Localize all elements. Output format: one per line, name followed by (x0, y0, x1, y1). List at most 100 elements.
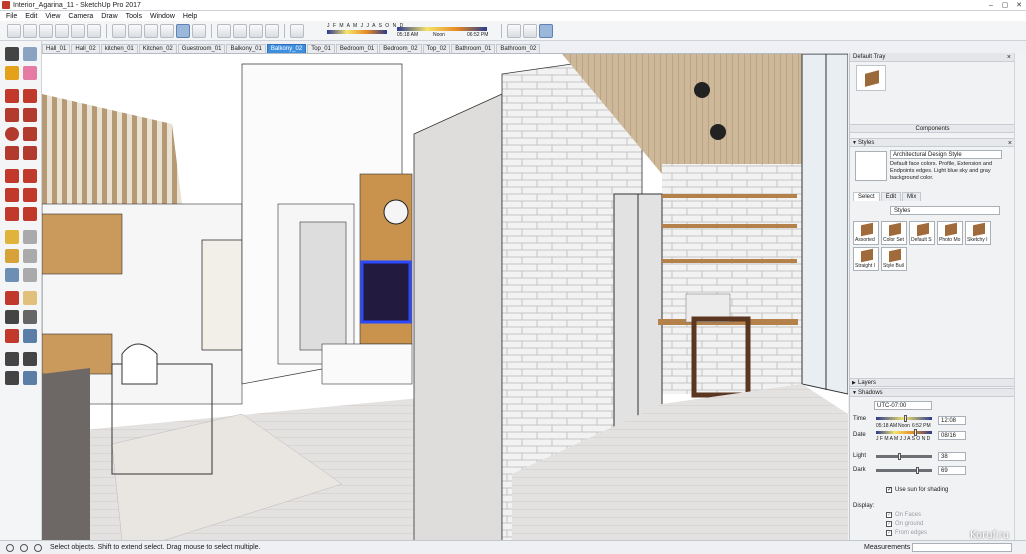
style-item[interactable]: Default S (909, 221, 935, 245)
section-tool-icon[interactable] (23, 371, 37, 385)
3d-text-icon[interactable] (23, 268, 37, 282)
pie-icon[interactable] (23, 146, 37, 160)
right-view-icon[interactable] (55, 23, 69, 38)
arc-icon[interactable] (5, 146, 19, 160)
display-section-icon[interactable] (539, 23, 553, 38)
style-item[interactable]: Photo Mo (937, 221, 963, 245)
zoom-extents-icon[interactable] (5, 329, 19, 343)
front-view-icon[interactable] (39, 23, 53, 38)
on-faces-checkbox[interactable]: ✓ (886, 512, 892, 518)
eraser-icon[interactable] (23, 66, 37, 80)
shaded-style-icon[interactable] (176, 23, 190, 38)
on-ground-checkbox[interactable]: ✓ (886, 521, 892, 527)
menu-file[interactable]: File (2, 13, 21, 20)
measurements-input[interactable] (912, 543, 1012, 552)
back-edges-style-icon[interactable] (128, 23, 142, 38)
use-sun-checkbox[interactable]: ✓ (886, 487, 892, 493)
walk-icon[interactable] (507, 23, 521, 38)
rectangle-icon[interactable] (5, 108, 19, 122)
minimize-button[interactable]: – (984, 0, 998, 11)
3d-viewport[interactable] (42, 53, 848, 540)
menu-edit[interactable]: Edit (21, 13, 41, 20)
scene-tab[interactable]: Bathroom_02 (496, 44, 541, 53)
extension-icon[interactable] (249, 23, 263, 38)
style-item[interactable]: Sketchy I (965, 221, 991, 245)
menu-view[interactable]: View (41, 13, 64, 20)
tab-edit[interactable]: Edit (880, 192, 902, 201)
time-slider[interactable] (876, 415, 932, 422)
pan-icon[interactable] (23, 291, 37, 305)
menu-camera[interactable]: Camera (64, 13, 97, 20)
zoom-icon[interactable] (5, 310, 19, 324)
menu-help[interactable]: Help (179, 13, 201, 20)
move-tool-icon[interactable] (5, 169, 19, 183)
scene-tab[interactable]: Hall_02 (71, 44, 100, 53)
select-tool-icon[interactable] (5, 47, 19, 61)
user-icon[interactable] (34, 543, 42, 552)
component-icon[interactable] (217, 23, 231, 38)
style-item[interactable]: Straight I (853, 247, 879, 271)
style-item[interactable]: Assorted (853, 221, 879, 245)
layout-icon[interactable] (265, 23, 279, 38)
orbit-icon[interactable] (5, 291, 19, 305)
rotate-icon[interactable] (5, 188, 19, 202)
component-thumbnail[interactable] (856, 65, 886, 91)
close-button[interactable]: ✕ (1012, 0, 1026, 11)
shadows-header[interactable]: ▼ Shadows (850, 388, 1015, 397)
styles-close-icon[interactable]: × (1008, 139, 1012, 148)
tab-mix[interactable]: Mix (902, 192, 922, 201)
credits-icon[interactable] (20, 543, 28, 552)
style-item[interactable]: Style Buil (881, 247, 907, 271)
style-item[interactable]: Color Set (881, 221, 907, 245)
push-pull-icon[interactable] (23, 169, 37, 183)
xray-style-icon[interactable] (112, 23, 126, 38)
hidden-line-style-icon[interactable] (160, 23, 174, 38)
style-collection-select[interactable]: Styles (890, 206, 1000, 215)
dark-field[interactable]: 69 (938, 466, 966, 475)
dimension-icon[interactable] (23, 230, 37, 244)
style-name-field[interactable]: Architectural Design Style (890, 150, 1002, 159)
iso-view-icon[interactable] (7, 23, 21, 38)
tape-measure-icon[interactable] (5, 230, 19, 244)
left-view-icon[interactable] (87, 23, 101, 38)
offset-icon[interactable] (23, 207, 37, 221)
styles-header[interactable]: ▼ Styles × (850, 138, 1015, 147)
scale-icon[interactable] (5, 207, 19, 221)
light-field[interactable]: 38 (938, 452, 966, 461)
time-field[interactable]: 12:08 (938, 416, 966, 425)
scene-tab[interactable]: Guestroom_01 (177, 44, 226, 53)
tab-select[interactable]: Select (853, 192, 880, 201)
from-edges-checkbox[interactable]: ✓ (886, 530, 892, 536)
walk-tool-icon[interactable] (5, 371, 19, 385)
wireframe-style-icon[interactable] (144, 23, 158, 38)
maximize-button[interactable]: ▢ (998, 0, 1012, 11)
section-plane-icon[interactable] (523, 23, 537, 38)
date-slider[interactable] (876, 429, 932, 436)
shadow-time-slider[interactable]: J F M A M J J A S O N D 05:18 AM Noon 06… (307, 23, 497, 39)
polygon-icon[interactable] (23, 127, 37, 141)
layers-header[interactable]: ▶ Layers (850, 378, 1015, 387)
freehand-icon[interactable] (23, 89, 37, 103)
textured-style-icon[interactable] (192, 23, 206, 38)
geolocation-icon[interactable] (6, 543, 14, 552)
follow-me-icon[interactable] (23, 188, 37, 202)
shadows-toggle-icon[interactable] (290, 23, 304, 38)
scene-tab[interactable]: Top_02 (422, 44, 451, 53)
menu-tools[interactable]: Tools (122, 13, 146, 20)
axes-icon[interactable] (5, 268, 19, 282)
scene-tab[interactable]: Top_01 (307, 44, 335, 53)
menu-draw[interactable]: Draw (97, 13, 121, 20)
paint-bucket-icon[interactable] (5, 66, 19, 80)
components-header[interactable]: Components (850, 124, 1015, 133)
date-field[interactable]: 08/16 (938, 431, 966, 440)
light-slider[interactable] (876, 453, 932, 460)
scene-tab-active[interactable]: Balkony_02 (266, 44, 307, 53)
circle-icon[interactable] (5, 127, 19, 141)
position-camera-icon[interactable] (5, 352, 19, 366)
scene-tab[interactable]: Balkony_01 (226, 44, 266, 53)
look-around-icon[interactable] (23, 352, 37, 366)
timezone-select[interactable]: UTC-07:00 (874, 401, 932, 410)
zoom-window-icon[interactable] (23, 310, 37, 324)
scene-tab[interactable]: Kitchen_02 (138, 44, 177, 53)
line-tool-icon[interactable] (5, 89, 19, 103)
